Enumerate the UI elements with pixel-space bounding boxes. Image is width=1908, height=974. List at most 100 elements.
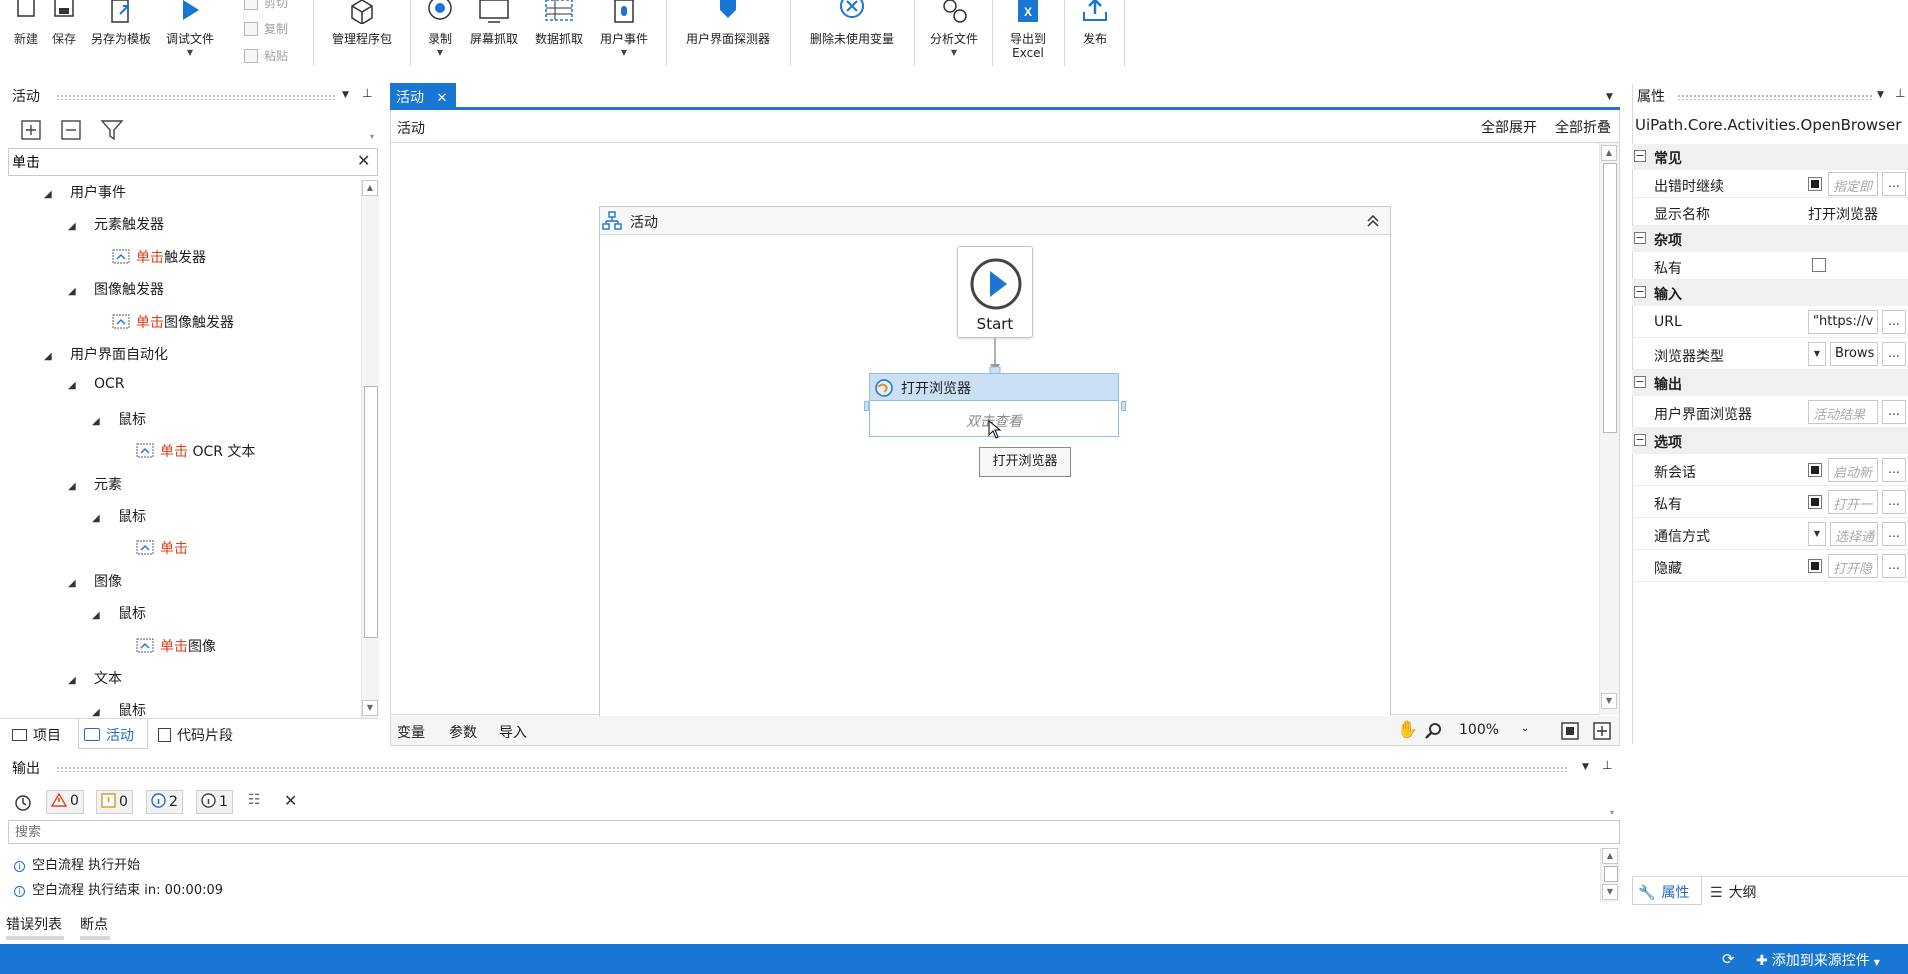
tree-category[interactable]: ◢ 鼠标 bbox=[92, 409, 146, 429]
expand-triangle-icon[interactable]: ◢ bbox=[92, 707, 104, 718]
expand-triangle-icon[interactable]: ◢ bbox=[92, 513, 104, 524]
tab-breakpoints[interactable]: 断点 bbox=[80, 914, 108, 934]
add-to-source-control-button[interactable]: ✚ 添加到来源控件 ▼ bbox=[1756, 950, 1880, 970]
scroll-thumb[interactable] bbox=[364, 386, 378, 638]
expand-triangle-icon[interactable]: ◢ bbox=[92, 610, 104, 621]
zoom-select[interactable]: 100% ⌄ bbox=[1455, 719, 1537, 743]
panel-grip[interactable] bbox=[56, 766, 1568, 772]
new-session-field[interactable]: 启动新 bbox=[1828, 458, 1878, 482]
ui-explorer-button[interactable]: 用户界面探测器 bbox=[676, 0, 780, 80]
close-tab-icon[interactable]: ✕ bbox=[436, 91, 447, 106]
expand-triangle-icon[interactable]: ◢ bbox=[68, 221, 80, 232]
start-node[interactable]: Start bbox=[957, 246, 1033, 338]
ui-browser-field[interactable]: 活动结果 bbox=[1808, 400, 1878, 424]
private-options-field[interactable]: 打开一 bbox=[1828, 490, 1878, 514]
clock-icon[interactable] bbox=[14, 794, 32, 812]
tree-category[interactable]: ◢ 图像 bbox=[68, 571, 122, 591]
manage-packages-button[interactable]: 管理程序包 bbox=[324, 0, 400, 80]
continue-on-error-field[interactable]: 指定即 bbox=[1828, 172, 1878, 196]
tree-category[interactable]: ◢ OCR bbox=[68, 376, 125, 392]
tree-category[interactable]: ◢ 元素触发器 bbox=[68, 214, 164, 234]
scroll-up-icon[interactable]: ▲ bbox=[1602, 848, 1618, 864]
panel-menu-chevron-icon[interactable]: ▼ bbox=[1877, 90, 1884, 100]
new-session-checkbox[interactable] bbox=[1808, 463, 1822, 477]
pin-icon[interactable]: ⊥ bbox=[362, 86, 372, 100]
activities-search-input[interactable] bbox=[12, 152, 342, 172]
list-filter-icon[interactable]: ☷ bbox=[248, 792, 261, 808]
expand-triangle-icon[interactable]: ◢ bbox=[68, 380, 80, 391]
scroll-thumb[interactable] bbox=[1603, 163, 1617, 433]
remove-unused-variables-button[interactable]: 删除未使用变量 bbox=[800, 0, 904, 80]
trace-count-toggle[interactable]: 1 bbox=[196, 790, 233, 814]
tab-snippets[interactable]: 代码片段 bbox=[158, 725, 233, 745]
zoom-search-icon[interactable] bbox=[1425, 722, 1443, 740]
clear-search-icon[interactable]: ✕ bbox=[357, 151, 370, 170]
continue-on-error-checkbox[interactable] bbox=[1808, 177, 1822, 191]
hidden-ellipsis[interactable]: ... bbox=[1882, 554, 1906, 578]
chevron-down-icon[interactable]: ▼ bbox=[187, 48, 193, 57]
expand-triangle-icon[interactable]: ◢ bbox=[68, 481, 80, 492]
hand-icon[interactable]: ✋ bbox=[1397, 720, 1418, 740]
warning-count-toggle[interactable]: 0 bbox=[96, 790, 133, 814]
tab-properties[interactable]: 🔧 属性 bbox=[1638, 882, 1689, 902]
collapse-all-link[interactable]: 全部折叠 bbox=[1555, 117, 1611, 137]
scroll-up-icon[interactable]: ▲ bbox=[1601, 145, 1617, 161]
output-scrollbar[interactable]: ▲ ▼ bbox=[1600, 848, 1620, 902]
communication-field[interactable]: 选择通 bbox=[1830, 522, 1878, 546]
url-field[interactable]: "https://v bbox=[1808, 310, 1878, 334]
new-button[interactable]: 新建 bbox=[8, 0, 44, 80]
scroll-down-icon[interactable]: ▼ bbox=[362, 700, 378, 716]
group-misc[interactable]: − 杂项 bbox=[1632, 226, 1908, 252]
panel-menu-chevron-icon[interactable]: ▼ bbox=[1582, 762, 1589, 772]
communication-dropdown[interactable]: ▼ bbox=[1808, 522, 1826, 546]
fit-screen-icon[interactable] bbox=[1561, 722, 1579, 740]
collapse-group-icon[interactable]: − bbox=[1634, 434, 1646, 446]
save-as-template-button[interactable]: 另存为模板 bbox=[86, 0, 156, 80]
continue-on-error-ellipsis[interactable]: ... bbox=[1882, 172, 1906, 196]
data-scraping-button[interactable]: 数据抓取 bbox=[530, 0, 588, 80]
new-session-ellipsis[interactable]: ... bbox=[1882, 458, 1906, 482]
collapse-group-icon[interactable]: − bbox=[1634, 376, 1646, 388]
scroll-down-icon[interactable]: ▼ bbox=[1602, 884, 1618, 900]
activity-header[interactable]: 打开浏览器 bbox=[870, 374, 1118, 401]
scroll-down-icon[interactable]: ▼ bbox=[1601, 693, 1617, 709]
browser-type-ellipsis[interactable]: ... bbox=[1882, 342, 1906, 366]
group-options[interactable]: − 选项 bbox=[1632, 428, 1908, 454]
browser-type-field[interactable]: Brows bbox=[1830, 342, 1878, 366]
expand-triangle-icon[interactable]: ◢ bbox=[68, 578, 80, 589]
save-button[interactable]: 保存 bbox=[46, 0, 82, 80]
activities-scrollbar[interactable]: ▲ ▼ bbox=[361, 180, 379, 718]
output-search-input[interactable] bbox=[8, 820, 1620, 844]
designer-scrollbar[interactable]: ▲ ▼ bbox=[1599, 143, 1619, 715]
tree-category[interactable]: ◢ 图像触发器 bbox=[68, 279, 164, 299]
hidden-field[interactable]: 打开隐 bbox=[1828, 554, 1878, 578]
group-input[interactable]: − 输入 bbox=[1632, 280, 1908, 306]
breadcrumb[interactable]: 活动 bbox=[397, 118, 425, 138]
scroll-up-icon[interactable]: ▲ bbox=[362, 180, 378, 196]
tree-category[interactable]: ◢ 鼠标 bbox=[92, 506, 146, 526]
tab-variables[interactable]: 变量 bbox=[397, 722, 425, 742]
activities-search-box[interactable]: ✕ bbox=[8, 148, 378, 176]
record-button[interactable]: 录制 ▼ bbox=[420, 0, 460, 80]
browser-type-dropdown[interactable]: ▼ bbox=[1808, 342, 1826, 366]
resize-handle-left[interactable] bbox=[864, 401, 869, 411]
panel-menu-chevron-icon[interactable]: ▼ bbox=[342, 90, 349, 100]
collapse-group-icon[interactable]: − bbox=[1634, 150, 1646, 162]
cut-button[interactable]: 剪切 bbox=[244, 0, 288, 11]
filter-icon[interactable] bbox=[100, 118, 124, 142]
display-name-value[interactable]: 打开浏览器 bbox=[1808, 204, 1878, 224]
expand-triangle-icon[interactable]: ◢ bbox=[68, 286, 80, 297]
clear-output-icon[interactable]: ✕ bbox=[284, 791, 297, 810]
chevron-down-icon[interactable]: ▼ bbox=[951, 48, 957, 57]
panel-grip[interactable] bbox=[1677, 94, 1873, 100]
communication-ellipsis[interactable]: ... bbox=[1882, 522, 1906, 546]
expand-triangle-icon[interactable]: ◢ bbox=[44, 351, 56, 362]
tree-category[interactable]: ◢ 鼠标 bbox=[92, 700, 146, 718]
private-options-ellipsis[interactable]: ... bbox=[1882, 490, 1906, 514]
publish-button[interactable]: 发布 bbox=[1072, 0, 1118, 80]
tree-category[interactable]: ◢ 用户事件 bbox=[44, 182, 126, 202]
private-misc-checkbox[interactable] bbox=[1812, 258, 1826, 272]
output-line[interactable]: i 空白流程 执行结束 in: 00:00:09 bbox=[14, 879, 223, 898]
tree-category[interactable]: ◢ 文本 bbox=[68, 668, 122, 688]
tab-arguments[interactable]: 参数 bbox=[449, 722, 477, 742]
